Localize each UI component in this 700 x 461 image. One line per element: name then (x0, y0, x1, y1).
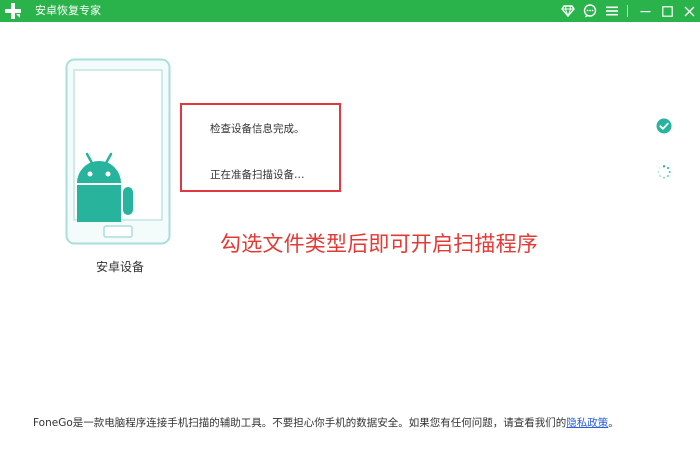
status-highlight-box: 检查设备信息完成。 正在准备扫描设备… (180, 103, 341, 192)
check-circle-icon (656, 118, 672, 134)
privacy-policy-link[interactable]: 隐私政策 (566, 417, 608, 429)
app-window: 安卓恢复专家 安卓设备 检查设备信息完成。 正在准备扫描设备… 勾选文件类型后即… (0, 0, 700, 461)
maximize-button[interactable] (656, 0, 678, 22)
close-icon (684, 6, 694, 16)
minimize-button[interactable] (634, 0, 656, 22)
footer-notice: FoneGo是一款电脑程序连接手机扫描的辅助工具。不要担心你手机的数据安全。如果… (33, 416, 633, 431)
annotation-text: 勾选文件类型后即可开启扫描程序 (220, 232, 538, 256)
close-button[interactable] (678, 0, 700, 22)
title-bar-separator (627, 5, 628, 17)
device-label: 安卓设备 (95, 260, 144, 274)
footer-end: 。 (608, 417, 619, 429)
minimize-icon (640, 10, 650, 12)
menu-icon (606, 6, 618, 16)
footer-text: FoneGo是一款电脑程序连接手机扫描的辅助工具。不要担心你手机的数据安全。如果… (33, 417, 567, 429)
title-bar-controls (557, 0, 700, 22)
maximize-icon (661, 5, 673, 17)
chat-button[interactable] (579, 0, 601, 22)
menu-button[interactable] (601, 0, 623, 22)
loading-spinner-icon (657, 165, 671, 179)
android-phone-icon (65, 58, 171, 245)
app-title: 安卓恢复专家 (35, 4, 101, 17)
diamond-icon (561, 5, 575, 17)
chat-icon (583, 4, 597, 18)
diamond-button[interactable] (557, 0, 579, 22)
status-line-preparing-scan: 正在准备扫描设备… (210, 169, 305, 181)
status-line-device-info: 检查设备信息完成。 (210, 123, 305, 135)
title-bar[interactable]: 安卓恢复专家 (0, 0, 700, 22)
app-logo-icon (5, 3, 21, 19)
